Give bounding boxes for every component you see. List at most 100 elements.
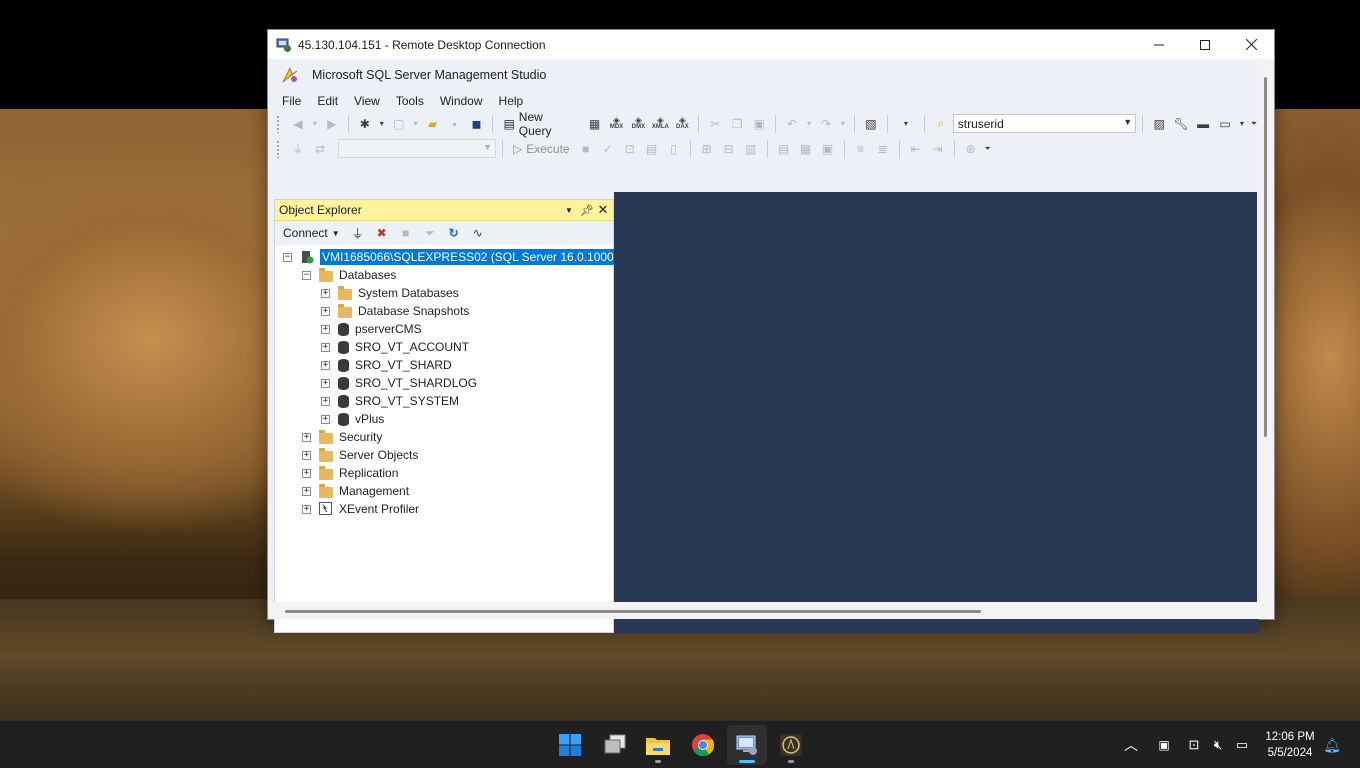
- remote-desktop-taskbar-button[interactable]: [727, 725, 767, 765]
- expand-icon[interactable]: +: [321, 378, 330, 388]
- find-combo[interactable]: struserid ▼: [952, 114, 1137, 133]
- undo-button[interactable]: ↶: [782, 114, 802, 134]
- menu-help[interactable]: Help: [491, 91, 532, 111]
- menu-window[interactable]: Window: [432, 91, 491, 111]
- command-window-dropdown[interactable]: ▾: [1237, 114, 1247, 134]
- activity-monitor-button[interactable]: ▧: [861, 114, 881, 134]
- new-project-dropdown[interactable]: ▾: [377, 114, 387, 134]
- show-hidden-icons-button[interactable]: ︿: [1121, 735, 1141, 755]
- add-item-dropdown[interactable]: ▾: [411, 114, 421, 134]
- database-engine-query-button[interactable]: ▦: [585, 114, 605, 134]
- connect-dropdown[interactable]: Connect ▼: [279, 223, 344, 243]
- intellisense-button[interactable]: ▯: [664, 139, 684, 159]
- properties-button[interactable]: 🔧︎: [1171, 114, 1191, 134]
- menu-view[interactable]: View: [346, 91, 388, 111]
- copy-button[interactable]: ❐: [727, 114, 747, 134]
- save-all-button[interactable]: ◼: [467, 114, 487, 134]
- redo-dropdown[interactable]: ▾: [838, 114, 848, 134]
- tree-node-system-databases[interactable]: + System Databases: [275, 284, 613, 302]
- back-button[interactable]: ◀: [288, 114, 308, 134]
- cancel-query-button[interactable]: ■: [576, 139, 596, 159]
- expand-icon[interactable]: +: [321, 414, 330, 424]
- rdp-titlebar[interactable]: 45.130.104.151 - Remote Desktop Connecti…: [268, 30, 1274, 59]
- window-position-button[interactable]: ▼: [561, 202, 577, 218]
- save-button[interactable]: ▪: [445, 114, 465, 134]
- execute-button[interactable]: ▷ Execute: [509, 139, 574, 159]
- solution-config-dropdown[interactable]: ▾: [894, 114, 918, 134]
- expand-icon[interactable]: +: [321, 396, 330, 406]
- redo-button[interactable]: ↷: [816, 114, 836, 134]
- command-window-button[interactable]: ▭: [1215, 114, 1235, 134]
- connect-button[interactable]: ⏚: [288, 139, 308, 159]
- include-plan-button[interactable]: ⊞: [697, 139, 717, 159]
- expand-icon[interactable]: +: [302, 468, 311, 478]
- toolbar-overflow-button[interactable]: ⏷: [983, 139, 993, 159]
- filter-button[interactable]: ⏷: [420, 223, 440, 243]
- expand-icon[interactable]: +: [321, 288, 330, 298]
- expand-icon[interactable]: +: [321, 324, 330, 334]
- new-query-button[interactable]: ▤ New Query: [499, 110, 582, 138]
- start-button[interactable]: [550, 725, 590, 765]
- auto-hide-button[interactable]: 📌︎: [579, 202, 595, 218]
- tree-node-database[interactable]: + pserverCMS: [275, 320, 613, 338]
- menu-edit[interactable]: Edit: [309, 91, 346, 111]
- vertical-scrollbar[interactable]: [1257, 59, 1274, 604]
- file-explorer-button[interactable]: [638, 725, 678, 765]
- expand-icon[interactable]: +: [302, 450, 311, 460]
- available-databases-combo[interactable]: ▼: [338, 139, 496, 158]
- solution-explorer-button[interactable]: ▨: [1149, 114, 1169, 134]
- parse-button[interactable]: ✓: [598, 139, 618, 159]
- back-dropdown[interactable]: ▾: [310, 114, 320, 134]
- tree-node-security[interactable]: + Security: [275, 428, 613, 446]
- close-button[interactable]: [1228, 30, 1274, 59]
- estimated-plan-button[interactable]: ⊡: [620, 139, 640, 159]
- minimize-button[interactable]: [1136, 30, 1182, 59]
- close-panel-button[interactable]: ✕: [595, 202, 611, 218]
- toolbar-grip[interactable]: [276, 114, 280, 133]
- object-explorer-header[interactable]: Object Explorer ▼ 📌︎ ✕: [275, 200, 613, 221]
- tree-node-server-objects[interactable]: + Server Objects: [275, 446, 613, 464]
- dax-query-button[interactable]: ◈ DAX: [672, 114, 692, 134]
- task-view-button[interactable]: [595, 725, 635, 765]
- mdx-query-button[interactable]: ◈ MDX: [607, 114, 627, 134]
- notifications-button[interactable]: 🔔︎: [1322, 735, 1342, 755]
- specify-values-button[interactable]: ⊛: [961, 139, 981, 159]
- tree-node-database[interactable]: + SRO_VT_SHARDLOG: [275, 374, 613, 392]
- vertical-scrollbar-thumb[interactable]: [1264, 77, 1267, 437]
- open-file-button[interactable]: ▰: [423, 114, 443, 134]
- paste-button[interactable]: ▣: [749, 114, 769, 134]
- disconnect-button[interactable]: ✖: [372, 223, 392, 243]
- chrome-button[interactable]: [683, 725, 723, 765]
- activity-monitor-button[interactable]: ∿: [468, 223, 488, 243]
- cut-button[interactable]: ✂: [705, 114, 725, 134]
- change-connection-button[interactable]: ⇄: [310, 139, 330, 159]
- tree-node-database[interactable]: + SRO_VT_SYSTEM: [275, 392, 613, 410]
- expand-icon[interactable]: +: [302, 432, 311, 442]
- refresh-button[interactable]: ↻: [444, 223, 464, 243]
- horizontal-scrollbar[interactable]: [268, 602, 1259, 619]
- clock[interactable]: 12:06 PM 5/5/2024: [1262, 729, 1318, 761]
- maximize-button[interactable]: [1182, 30, 1228, 59]
- menu-tools[interactable]: Tools: [388, 91, 432, 111]
- find-in-files-button[interactable]: ⌕: [931, 114, 951, 134]
- live-stats-button[interactable]: ⊟: [719, 139, 739, 159]
- toolbox-button[interactable]: ▬: [1193, 114, 1213, 134]
- expand-icon[interactable]: +: [321, 306, 330, 316]
- tree-node-management[interactable]: + Management: [275, 482, 613, 500]
- collapse-icon[interactable]: −: [302, 270, 311, 280]
- network-button[interactable]: ⊡: [1184, 735, 1204, 755]
- stop-button[interactable]: ■: [396, 223, 416, 243]
- tree-node-xevent-profiler[interactable]: + XEvent Profiler: [275, 500, 613, 518]
- battery-button[interactable]: ▭: [1232, 735, 1252, 755]
- expand-icon[interactable]: +: [321, 360, 330, 370]
- tree-node-database[interactable]: + vPlus: [275, 410, 613, 428]
- horizontal-scrollbar-thumb[interactable]: [285, 610, 981, 613]
- collapse-icon[interactable]: −: [283, 252, 292, 262]
- expand-icon[interactable]: +: [321, 342, 330, 352]
- menu-file[interactable]: File: [274, 91, 309, 111]
- new-project-button[interactable]: ✱: [355, 114, 375, 134]
- undo-dropdown[interactable]: ▾: [804, 114, 814, 134]
- tree-node-replication[interactable]: + Replication: [275, 464, 613, 482]
- forward-button[interactable]: ▶: [322, 114, 342, 134]
- volume-button[interactable]: 🔇︎: [1208, 735, 1228, 755]
